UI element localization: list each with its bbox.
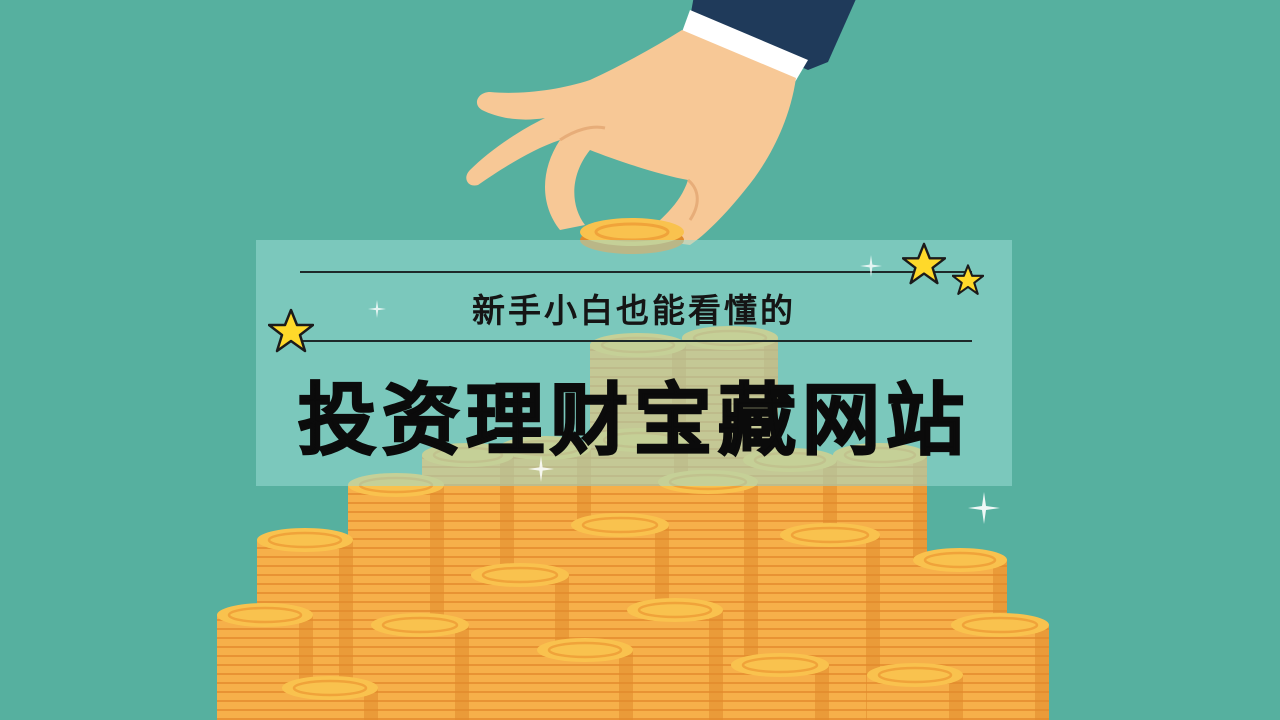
coin-icon	[913, 548, 1007, 572]
sparkle-icon	[860, 255, 882, 277]
coin-icon	[867, 663, 963, 687]
coin-stack	[537, 638, 633, 720]
divider-middle	[300, 340, 972, 342]
coin-icon	[282, 676, 378, 700]
coin-stack	[282, 676, 378, 720]
cover-illustration: 新手小白也能看懂的 投资理财宝藏网站	[0, 0, 1280, 720]
coin-stack	[627, 598, 723, 720]
coin-icon	[780, 523, 880, 547]
coin-icon	[471, 563, 569, 587]
star-icon	[268, 308, 314, 353]
star-icon	[902, 242, 946, 285]
coin-icon	[537, 638, 633, 662]
coin-icon	[571, 513, 669, 537]
coin-stack	[731, 653, 829, 720]
title-banner: 新手小白也能看懂的 投资理财宝藏网站	[256, 240, 1012, 486]
coin-icon	[257, 528, 353, 552]
coin-icon	[371, 613, 469, 637]
coin-stack	[867, 663, 963, 720]
star-icon	[952, 264, 984, 295]
coin-stack	[371, 613, 469, 720]
coin-icon	[731, 653, 829, 677]
sparkle-icon	[968, 492, 1000, 524]
sparkle-icon	[528, 456, 554, 482]
coin-icon	[951, 613, 1049, 637]
banner-title: 投资理财宝藏网站	[297, 375, 970, 467]
coin-icon	[627, 598, 723, 622]
sparkle-icon	[368, 300, 386, 318]
coin-stack	[951, 613, 1049, 720]
coin-icon	[217, 603, 313, 627]
